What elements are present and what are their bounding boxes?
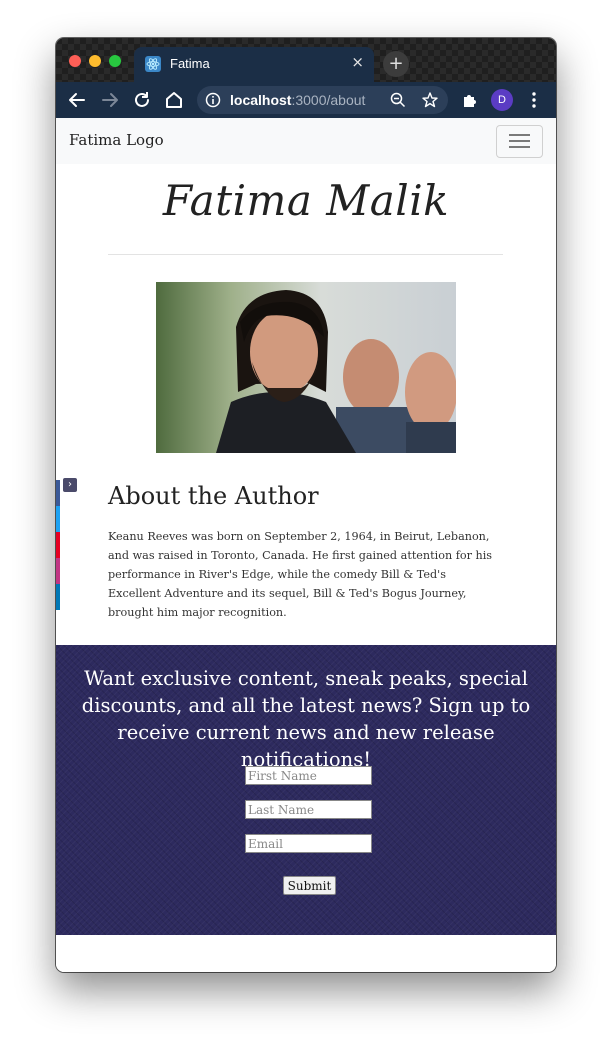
bookmark-star-icon[interactable] <box>421 91 439 109</box>
facebook-share-icon[interactable] <box>56 480 60 506</box>
zoom-out-icon[interactable] <box>390 92 406 108</box>
url-path: :3000/about <box>291 92 366 108</box>
last-name-field[interactable] <box>245 800 372 819</box>
hamburger-icon <box>509 134 530 136</box>
tab-fatima[interactable]: Fatima × <box>134 47 374 82</box>
close-tab-icon[interactable]: × <box>351 53 364 71</box>
minimize-window-button[interactable] <box>89 55 101 67</box>
author-photo <box>156 282 456 453</box>
about-heading: About the Author <box>108 482 319 510</box>
email-field[interactable] <box>245 834 372 853</box>
divider <box>108 254 503 255</box>
url-host: localhost <box>230 92 292 108</box>
social-share-bar <box>56 480 60 612</box>
tab-strip: Fatima × + <box>56 38 556 82</box>
info-icon[interactable] <box>205 92 221 108</box>
maximize-window-button[interactable] <box>109 55 121 67</box>
tab-title: Fatima <box>170 56 210 71</box>
author-name-heading: Fatima Malik <box>162 176 450 225</box>
instagram-share-icon[interactable] <box>56 558 60 584</box>
first-name-field[interactable] <box>245 766 372 785</box>
menu-kebab-icon[interactable] <box>523 89 545 111</box>
signup-message: Want exclusive content, sneak peaks, spe… <box>81 667 531 771</box>
back-arrow-icon[interactable] <box>66 89 88 111</box>
address-bar[interactable]: localhost:3000/about <box>197 86 448 114</box>
extensions-puzzle-icon[interactable] <box>459 89 481 111</box>
pinterest-share-icon[interactable] <box>56 532 60 558</box>
brand-logo-link[interactable]: Fatima Logo <box>69 131 164 149</box>
react-favicon-icon <box>145 56 161 72</box>
new-tab-button[interactable]: + <box>383 51 409 77</box>
close-window-button[interactable] <box>69 55 81 67</box>
reload-icon[interactable] <box>131 89 153 111</box>
site-navbar: Fatima Logo <box>56 118 556 164</box>
browser-window: Fatima × + localhost:3000/about D Fatima… <box>56 38 556 972</box>
browser-toolbar: localhost:3000/about D <box>56 82 556 118</box>
profile-avatar[interactable]: D <box>491 89 513 111</box>
forward-arrow-icon[interactable] <box>99 89 121 111</box>
submit-button[interactable]: Submit <box>283 876 336 895</box>
newsletter-signup-section: Want exclusive content, sneak peaks, spe… <box>56 645 556 935</box>
page-content: Fatima Logo Fatima Malik › About the Aut… <box>56 118 556 972</box>
navbar-toggle-button[interactable] <box>496 125 543 158</box>
linkedin-share-icon[interactable] <box>56 584 60 610</box>
url-text: localhost:3000/about <box>230 92 365 108</box>
twitter-share-icon[interactable] <box>56 506 60 532</box>
share-toggle-chevron-icon[interactable]: › <box>63 478 77 492</box>
home-icon[interactable] <box>163 89 185 111</box>
author-bio: Keanu Reeves was born on September 2, 19… <box>108 530 493 619</box>
